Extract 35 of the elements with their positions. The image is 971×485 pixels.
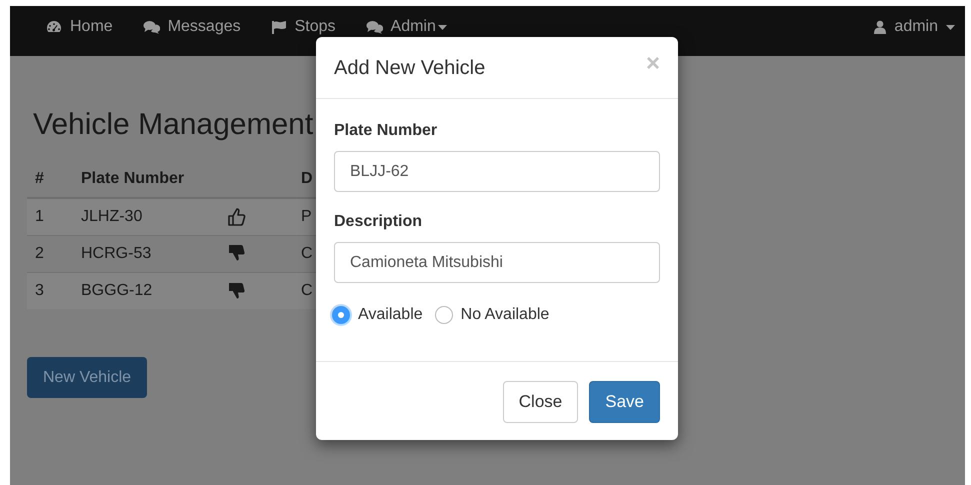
table-cell: P — [301, 208, 312, 225]
field-label: Description — [334, 212, 424, 232]
radio-button[interactable] — [434, 306, 453, 324]
speech-bubbles-icon — [142, 20, 160, 34]
page-title: Vehicle Management — [33, 107, 314, 143]
table-cell: C — [301, 244, 313, 262]
table-cell: 3 — [35, 282, 44, 299]
radio-button[interactable] — [332, 306, 350, 324]
new-vehicle-button[interactable]: New Vehicle — [27, 357, 148, 398]
close-button[interactable]: Close — [502, 381, 578, 423]
user-icon — [874, 20, 886, 34]
nav-link[interactable]: Messages — [142, 15, 241, 39]
save-button[interactable]: Save — [589, 381, 660, 423]
text-field[interactable]: BLJJ-62 — [334, 151, 660, 192]
column-header: D — [301, 170, 313, 187]
nav-link[interactable]: Stops — [270, 15, 336, 39]
modal-title: Add New Vehicle — [334, 56, 486, 80]
radio-option[interactable]: No Available — [434, 303, 550, 327]
column-header: # — [35, 170, 44, 187]
dashboard-icon — [46, 20, 62, 34]
table-cell: 2 — [35, 244, 44, 262]
user-menu[interactable]: admin — [874, 15, 955, 39]
table-cell: JLHZ-30 — [81, 208, 142, 225]
field-label: Plate Number — [334, 121, 438, 141]
table-cell: C — [301, 282, 313, 299]
table-cell: HCRG-53 — [81, 244, 152, 262]
column-header: Plate Number — [81, 170, 184, 187]
nav-link[interactable]: Home — [46, 15, 113, 39]
radio-option[interactable]: Available — [332, 303, 423, 327]
speech-bubbles-icon — [366, 20, 383, 34]
text-field[interactable]: Camioneta Mitsubishi — [334, 242, 660, 283]
table-cell: BGGG-12 — [81, 282, 152, 299]
table-cell: 1 — [35, 208, 44, 225]
flag-icon — [270, 20, 287, 34]
nav-link[interactable]: Admin — [366, 15, 447, 39]
